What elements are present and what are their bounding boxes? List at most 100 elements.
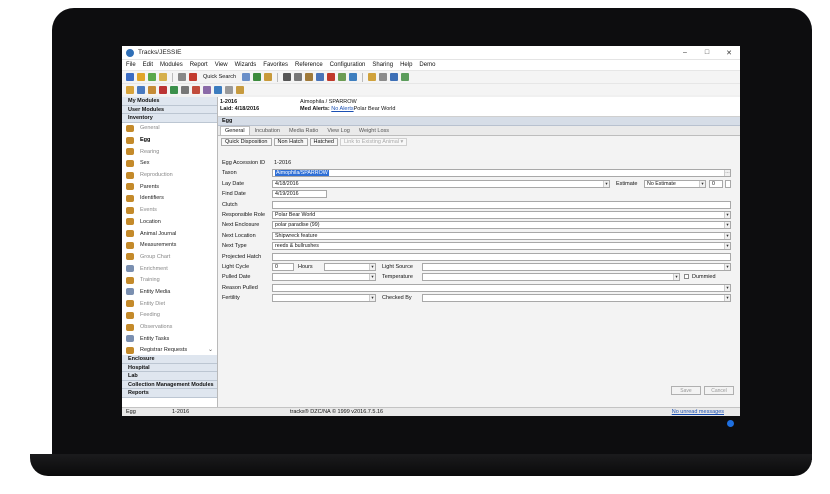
find-date-field[interactable]: 4/19/2016 [272, 190, 327, 199]
sidebar-item-measurements[interactable]: Measurements [122, 239, 217, 251]
clutch-field[interactable] [272, 200, 731, 209]
sidebar-item-egg[interactable]: Egg [122, 134, 217, 146]
menu-demo[interactable]: Demo [419, 62, 435, 68]
menu-report[interactable]: Report [190, 62, 208, 68]
sidebar-item-entity-diet[interactable]: Entity Diet [122, 298, 217, 310]
sidebar-item-location[interactable]: Location [122, 216, 217, 228]
menu-sharing[interactable]: Sharing [372, 62, 393, 68]
temperature-select[interactable]: ▾ [422, 273, 680, 282]
sidebar-item-animal-journal[interactable]: Animal Journal [122, 228, 217, 240]
help-icon[interactable] [401, 73, 410, 81]
cancel-button[interactable]: Cancel [704, 386, 734, 395]
sidebar-section-lab[interactable]: Lab [122, 372, 217, 381]
sidebar-item-identifiers[interactable]: Identifiers [122, 193, 217, 205]
chevron-down-icon[interactable]: ▾ [724, 284, 730, 291]
list-icon[interactable] [181, 85, 189, 94]
next-location-select[interactable]: Shipwreck feature ▾ [272, 231, 731, 240]
delete-icon[interactable] [189, 73, 197, 81]
chevron-down-icon[interactable]: ▾ [724, 295, 730, 302]
quick-search-button[interactable]: Quick Search [200, 74, 239, 80]
menu-edit[interactable]: Edit [143, 62, 153, 68]
sidebar-item-reproduction[interactable]: Reproduction [122, 169, 217, 181]
search-icon[interactable] [242, 73, 251, 81]
document-icon[interactable] [126, 85, 134, 94]
cut-icon[interactable] [283, 73, 292, 81]
estimate-number[interactable]: 0 [709, 179, 723, 188]
chevron-down-icon[interactable]: ⌄ [208, 346, 213, 353]
sidebar-item-observations[interactable]: Observations [122, 321, 217, 333]
close-button[interactable]: ✕ [718, 49, 740, 57]
lay-date-field[interactable]: 4/18/2016 ▾ [272, 179, 610, 188]
sidebar-item-group-chart[interactable]: Group Chart [122, 251, 217, 263]
add-icon[interactable] [170, 85, 178, 94]
chevron-down-icon[interactable]: ▾ [369, 274, 375, 281]
sidebar-item-general[interactable]: General [122, 123, 217, 135]
save-button[interactable]: Save [671, 386, 701, 395]
user-icon[interactable] [390, 73, 399, 81]
animal-icon[interactable] [264, 73, 273, 81]
minimize-button[interactable]: – [674, 49, 696, 56]
reason-pulled-select[interactable]: ▾ [272, 283, 731, 292]
back-icon[interactable] [126, 73, 134, 81]
pulled-date-field[interactable]: ▾ [272, 273, 376, 282]
chevron-down-icon[interactable]: ▾ [724, 232, 730, 239]
paste-icon[interactable] [305, 73, 314, 81]
menu-file[interactable]: File [126, 62, 136, 68]
maximize-button[interactable]: □ [696, 49, 718, 56]
next-type-select[interactable]: reeds & bullrushes ▾ [272, 242, 731, 251]
sidebar-item-sex[interactable]: Sex [122, 158, 217, 170]
alert-icon[interactable] [327, 73, 336, 81]
menu-view[interactable]: View [215, 62, 228, 68]
light-cycle-input[interactable]: 0 [272, 262, 294, 271]
menu-wizards[interactable]: Wizards [235, 62, 257, 68]
folder-icon[interactable] [137, 73, 145, 81]
sidebar-item-events[interactable]: Events [122, 204, 217, 216]
responsible-role-select[interactable]: Polar Bear World ▾ [272, 210, 731, 219]
sidebar-item-feeding[interactable]: Feeding [122, 310, 217, 322]
stop-icon[interactable] [159, 85, 167, 94]
chevron-down-icon[interactable]: ▾ [369, 263, 375, 270]
tab-media-ratio[interactable]: Media Ratio [285, 127, 322, 135]
star-icon[interactable] [236, 85, 244, 94]
sidebar-section-collection-management[interactable]: Collection Management Modules [122, 380, 217, 389]
taxon-field[interactable]: Aimophila/SPARROW ⋯ [272, 169, 731, 178]
chart-icon[interactable] [338, 73, 347, 81]
arrow-right-icon[interactable] [253, 73, 262, 81]
grid-icon[interactable] [225, 85, 233, 94]
menu-favorites[interactable]: Favorites [263, 62, 288, 68]
chevron-down-icon[interactable]: ▾ [724, 222, 730, 229]
sidebar-item-parents[interactable]: Parents [122, 181, 217, 193]
chevron-down-icon[interactable]: ▾ [724, 211, 730, 218]
sidebar-item-training[interactable]: Training [122, 274, 217, 286]
globe-icon[interactable] [349, 73, 358, 81]
sidebar-item-enrichment[interactable]: Enrichment [122, 263, 217, 275]
calendar-icon[interactable] [316, 73, 325, 81]
sidebar-section-my-modules[interactable]: My Modules [122, 97, 217, 106]
sidebar-item-rearing[interactable]: Rearing [122, 146, 217, 158]
menu-configuration[interactable]: Configuration [330, 62, 366, 68]
chevron-down-icon[interactable]: ▾ [603, 180, 609, 187]
report-icon[interactable] [368, 73, 377, 81]
tab-incubation[interactable]: Incubation [251, 127, 284, 135]
flag-icon[interactable] [192, 85, 200, 94]
email-icon[interactable] [214, 85, 222, 94]
sidebar-item-entity-tasks[interactable]: Entity Tasks [122, 333, 217, 345]
ellipsis-icon[interactable]: ⋯ [724, 170, 730, 177]
light-source-select[interactable]: ▾ [422, 262, 731, 271]
chevron-down-icon[interactable]: ▾ [369, 295, 375, 302]
chevron-down-icon[interactable]: ▾ [673, 274, 679, 281]
menu-modules[interactable]: Modules [160, 62, 183, 68]
refresh-icon[interactable] [148, 73, 156, 81]
sidebar-section-enclosure[interactable]: Enclosure [122, 355, 217, 364]
tab-weight-loss[interactable]: Weight Loss [355, 127, 393, 135]
projected-hatch-field[interactable] [272, 252, 731, 261]
tab-general[interactable]: General [220, 126, 250, 135]
settings-icon[interactable] [379, 73, 388, 81]
estimate-spinner-icon[interactable] [725, 179, 731, 188]
estimate-select[interactable]: No Estimate ▾ [644, 179, 706, 188]
save-icon[interactable] [137, 85, 145, 94]
sidebar-item-entity-media[interactable]: Entity Media [122, 286, 217, 298]
non-hatch-button[interactable]: Non Hatch [273, 137, 308, 146]
hatched-button[interactable]: Hatched [309, 137, 338, 146]
chevron-down-icon[interactable]: ▾ [724, 243, 730, 250]
